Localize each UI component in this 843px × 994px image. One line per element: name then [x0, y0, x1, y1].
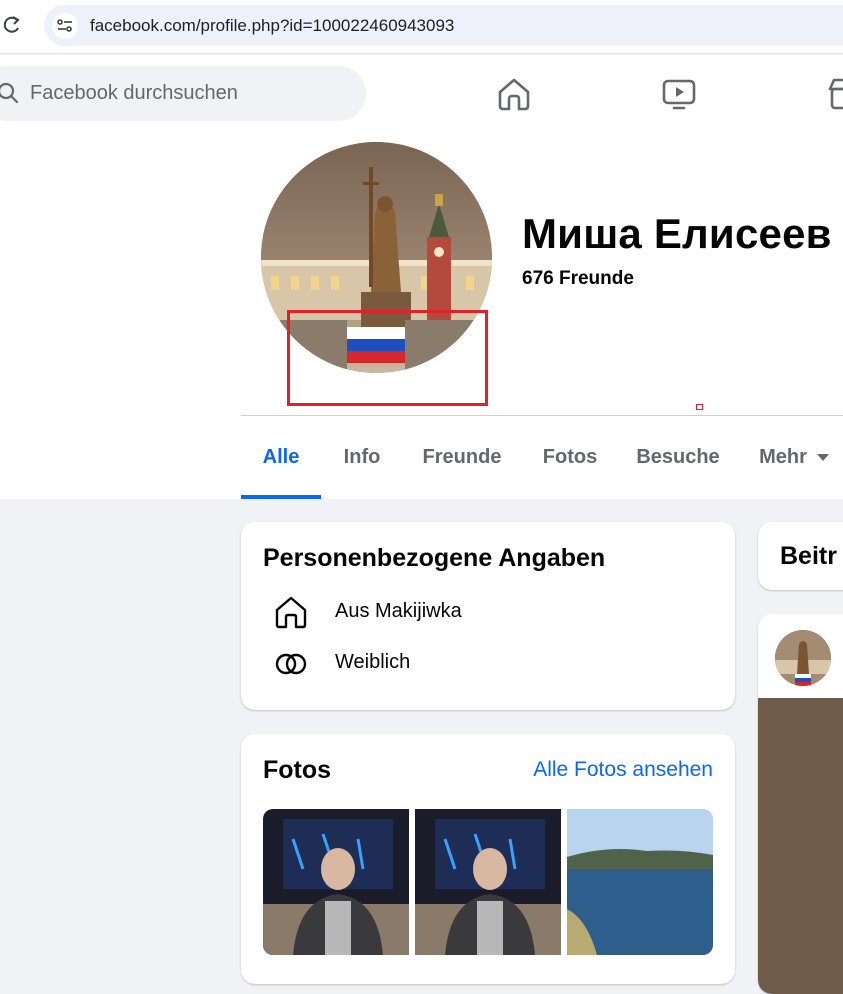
posts-title: Beitr: [780, 542, 837, 570]
posts-header-card: Beitr: [758, 522, 843, 590]
gender-text: Weiblich: [335, 651, 411, 673]
tab-besuche[interactable]: Besuche: [625, 416, 731, 499]
post-image[interactable]: [758, 698, 843, 994]
tab-fotos[interactable]: Fotos: [531, 416, 609, 499]
facebook-top-nav: [0, 55, 843, 132]
see-all-photos-link[interactable]: Alle Fotos ansehen: [533, 758, 713, 782]
photo-thumbnail[interactable]: [567, 809, 713, 955]
tab-mehr[interactable]: Mehr: [749, 416, 839, 499]
profile-header: Миша Елисеев 676 Freunde Alle Info Freun…: [0, 132, 843, 499]
post-author-avatar[interactable]: [775, 630, 831, 686]
gender-icon: [275, 653, 307, 675]
info-row-hometown: Aus Makijiwka: [241, 592, 735, 632]
home-icon[interactable]: [495, 75, 533, 113]
watch-icon[interactable]: [660, 75, 698, 113]
photos-title: Fotos: [263, 756, 332, 784]
photos-card: Fotos Alle Fotos ansehen: [241, 734, 735, 984]
post-card: [758, 614, 843, 994]
search-box[interactable]: [0, 66, 366, 121]
browser-bar: facebook.com/profile.php?id=100022460943…: [0, 0, 843, 54]
search-input[interactable]: [30, 66, 350, 121]
tab-label: Info: [343, 446, 381, 468]
marketplace-icon[interactable]: [826, 75, 843, 113]
tab-label: Besuche: [636, 446, 720, 468]
friends-count[interactable]: 676 Freunde: [522, 268, 634, 290]
card-title: Personenbezogene Angaben: [263, 544, 606, 572]
photo-thumbnail[interactable]: [263, 809, 409, 955]
tab-label: Freunde: [422, 446, 502, 468]
site-settings-icon[interactable]: [52, 13, 78, 39]
search-icon: [0, 82, 19, 104]
tab-label: Alle: [262, 446, 300, 468]
address-bar[interactable]: facebook.com/profile.php?id=100022460943…: [44, 5, 843, 46]
tab-label: Mehr: [759, 446, 807, 468]
hometown-text: Aus Makijiwka: [335, 600, 462, 622]
personal-details-card: Personenbezogene Angaben Aus Makijiwka W…: [241, 522, 735, 710]
tab-alle[interactable]: Alle: [241, 416, 321, 499]
annotation-highlight-box: [287, 310, 488, 406]
caret-down-icon: [816, 454, 829, 461]
reload-icon[interactable]: [2, 13, 22, 37]
annotation-marker: [696, 404, 703, 410]
tab-freunde[interactable]: Freunde: [412, 416, 512, 499]
tab-label: Fotos: [542, 446, 598, 468]
url-text[interactable]: facebook.com/profile.php?id=100022460943…: [90, 16, 454, 36]
profile-name: Миша Елисеев: [522, 210, 832, 257]
tab-info[interactable]: Info: [327, 416, 397, 499]
profile-tabs: Alle Info Freunde Fotos Besuche Mehr: [241, 416, 843, 499]
photo-thumbnail[interactable]: [415, 809, 561, 955]
home-icon: [275, 596, 307, 629]
info-row-gender: Weiblich: [241, 643, 735, 683]
